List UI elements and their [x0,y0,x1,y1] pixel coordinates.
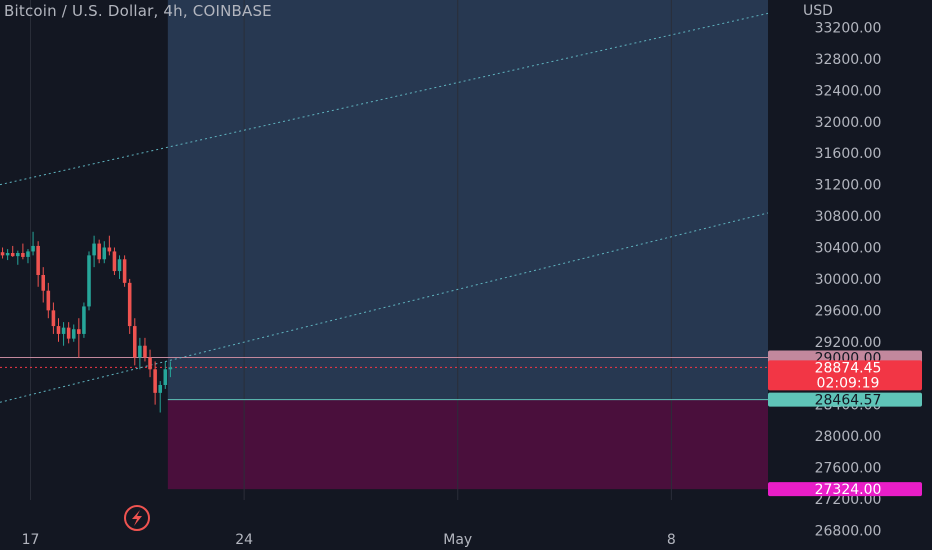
candle-body [107,247,112,252]
candle-body [112,251,117,272]
price-chart[interactable]: USD 26800.0027200.0027600.0028000.002840… [0,0,932,550]
candle-body [5,253,10,256]
candle-body [46,290,51,311]
time-tick-label: 17 [22,532,40,548]
candle-body [26,251,30,257]
candle-body [36,245,40,275]
candle-body [117,259,122,272]
candle-body [71,329,76,339]
profit-zone [167,0,768,400]
price-tick-label: 30800.00 [815,209,882,225]
candle-body [61,327,66,334]
candle-body [41,275,46,291]
candle-body [77,329,81,334]
price-tick-label: 29600.00 [815,303,882,319]
candle-body [82,306,86,334]
price-tag-stop: 27324.00 [768,482,922,498]
price-tag-entry: 28464.57 [768,392,922,409]
time-tick-label: May [443,532,472,548]
candle-body [0,252,5,256]
chart-title: Bitcoin / U.S. Dollar, 4h, COINBASE [4,2,272,20]
candle [122,255,127,287]
candle-body [153,369,157,393]
loss-zone [167,399,768,490]
candle [87,251,91,311]
candle-body [133,326,137,358]
candle-body [66,327,71,339]
currency-label: USD [803,3,833,19]
candle-body [122,259,127,283]
candle-body [168,367,173,370]
candle-body [92,243,96,256]
candle-body [51,310,56,327]
candle [112,247,117,275]
price-tick-label: 28000.00 [815,429,882,445]
time-tick-label: 24 [235,532,253,548]
candle-body [148,357,152,370]
price-tick-label: 33200.00 [815,21,882,37]
price-tick-label: 31200.00 [815,178,882,194]
price-tick-label: 32800.00 [815,52,882,68]
candle-body [10,253,15,257]
price-tick-label: 32000.00 [815,115,882,131]
position-zones [167,0,768,490]
candle-body [138,345,142,358]
price-tag-value: 28874.45 [815,360,882,376]
price-tick-label: 26800.00 [815,523,882,539]
price-axis[interactable]: 26800.0027200.0027600.0028000.0028400.00… [815,21,882,540]
candle-body [163,369,168,385]
candle-body [97,243,101,260]
price-tick-label: 30000.00 [815,272,882,288]
candle-body [158,385,162,393]
candle-body [21,253,25,257]
price-tag-last: 28874.4502:09:19 [768,360,922,391]
candle-body [127,282,132,327]
candle [127,278,132,334]
price-tick-label: 31600.00 [815,146,882,162]
price-tick-label: 32400.00 [815,83,882,99]
time-tick-label: 8 [667,532,676,548]
candle [82,302,86,338]
candle-body [56,326,61,334]
candle-body [31,245,35,252]
price-tag-countdown: 02:09:19 [817,375,880,391]
candle-body [16,253,20,257]
price-tag-value: 27324.00 [815,482,882,498]
candle-body [87,255,91,307]
candle-body [143,345,147,358]
price-tick-label: 27600.00 [815,461,882,477]
price-tick-label: 29200.00 [815,335,882,351]
price-tag-value: 28464.57 [815,393,882,409]
candle-body [102,247,107,260]
price-tick-label: 30400.00 [815,241,882,257]
